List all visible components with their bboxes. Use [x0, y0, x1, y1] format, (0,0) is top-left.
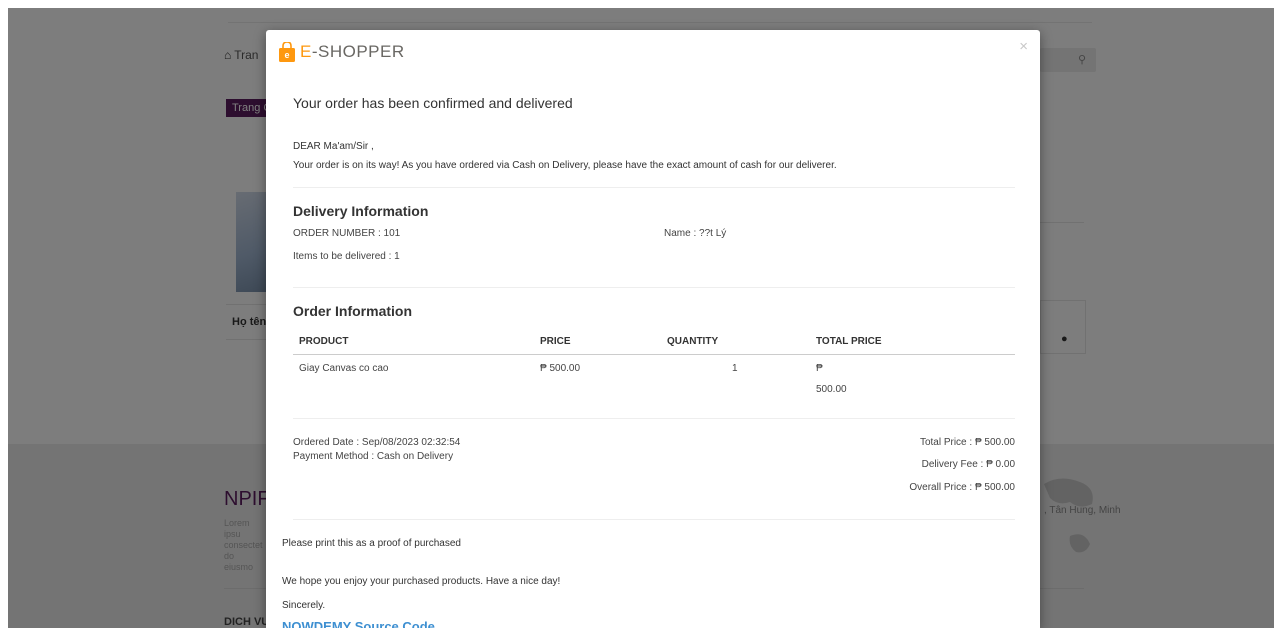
column-price: PRICE [540, 336, 571, 347]
order-confirmation-modal: × e E-SHOPPER Your order has been confir… [266, 30, 1040, 628]
svg-text:e: e [284, 50, 289, 60]
greeting: DEAR Ma'am/Sir , [293, 141, 374, 152]
proof-note: Please print this as a proof of purchase… [282, 538, 461, 549]
delivery-heading: Delivery Information [293, 203, 429, 219]
frame-edge [0, 0, 8, 628]
column-product: PRODUCT [299, 336, 349, 347]
divider [293, 519, 1015, 520]
frame-edge [1274, 0, 1282, 628]
column-total-price: TOTAL PRICE [816, 336, 882, 347]
divider [293, 187, 1015, 188]
total-currency: ₱ [816, 363, 823, 374]
shopping-bag-icon: e [279, 42, 295, 62]
sign-off: Sincerely. [282, 600, 326, 611]
frame-edge [0, 0, 1282, 8]
product-name: Giay Canvas co cao [299, 363, 389, 374]
logo-text: E-SHOPPER [300, 42, 405, 62]
delivery-fee: Delivery Fee : ₱ 0.00 [921, 459, 1015, 470]
product-quantity: 1 [732, 363, 738, 374]
closing-message: We hope you enjoy your purchased product… [282, 576, 561, 587]
logo-text-rest: -SHOPPER [311, 42, 405, 61]
order-heading: Order Information [293, 303, 413, 319]
order-number: ORDER NUMBER : 101 [293, 228, 401, 239]
company-name: NOWDEMY Source Code [282, 619, 435, 628]
payment-method: Payment Method : Cash on Delivery [293, 451, 454, 462]
divider [293, 418, 1015, 419]
modal-title: Your order has been confirmed and delive… [293, 95, 573, 111]
divider [293, 287, 1015, 288]
logo: e E-SHOPPER [278, 42, 405, 62]
total-price: Total Price : ₱ 500.00 [919, 437, 1015, 448]
ordered-date: Ordered Date : Sep/08/2023 02:32:54 [293, 437, 461, 448]
delivery-message: Your order is on its way! As you have or… [293, 160, 837, 171]
items-count: Items to be delivered : 1 [293, 251, 400, 262]
total-value: 500.00 [816, 384, 847, 395]
overall-price: Overall Price : ₱ 500.00 [909, 482, 1015, 493]
customer-name: Name : ??t Lý [664, 228, 727, 239]
close-icon[interactable]: × [1019, 38, 1028, 55]
product-price: ₱ 500.00 [540, 363, 581, 374]
column-quantity: QUANTITY [667, 336, 719, 347]
logo-text-e: E [300, 42, 312, 61]
table-header-divider [293, 354, 1015, 355]
